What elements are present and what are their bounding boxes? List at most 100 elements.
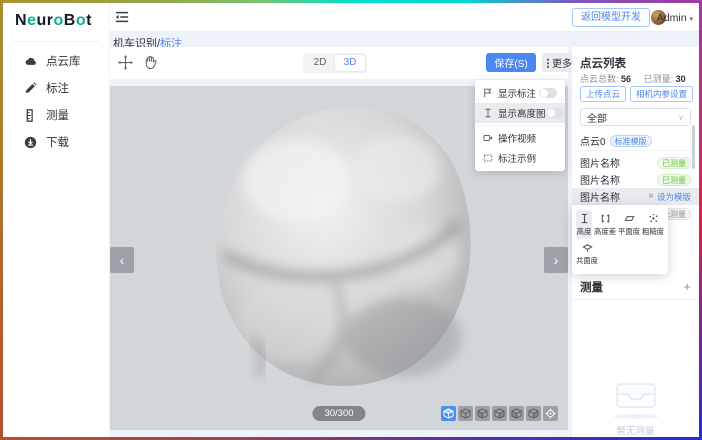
menu-item-show-annotation[interactable]: 显示标注 <box>475 83 565 103</box>
tool-label: 共面度 <box>576 255 598 265</box>
save-button[interactable]: 保存(S) <box>486 53 536 72</box>
empty-box-icon <box>614 377 658 411</box>
crosshair-icon <box>545 408 556 419</box>
sidebar-item-pointcloud-library[interactable]: 点云库 <box>3 51 110 71</box>
view-bottom-button[interactable] <box>526 406 541 421</box>
tool-height[interactable]: 高度 <box>576 210 592 239</box>
set-as-template-link[interactable]: 设为模版 <box>657 191 691 203</box>
upload-pointcloud-button[interactable]: 上传点云 <box>580 86 626 102</box>
sidebar-item-annotation[interactable]: 标注 <box>3 78 110 98</box>
view-side-button[interactable] <box>492 406 507 421</box>
view-top-button[interactable] <box>458 406 473 421</box>
tool-height-diff[interactable]: 高度差 <box>594 210 616 239</box>
mode-2d-button[interactable]: 2D <box>305 55 335 71</box>
roughness-tool-icon <box>648 213 659 224</box>
reset-view-button[interactable] <box>543 406 558 421</box>
pen-icon <box>24 82 37 95</box>
canvas-toolbar: 2D 3D 保存(S) 更多 <box>110 47 568 79</box>
menu-item-annotation-example[interactable]: 标注示例 <box>475 148 565 168</box>
tool-label: 平面度 <box>618 226 640 236</box>
sidebar-item-label: 下载 <box>46 134 69 150</box>
list-scrollbar[interactable] <box>692 125 695 169</box>
logo-text: B <box>64 12 76 29</box>
next-image-button[interactable]: › <box>544 247 568 273</box>
menu-item-tutorial-video[interactable]: 操作视频 <box>475 128 565 148</box>
show-heightmap-toggle[interactable] <box>546 108 564 118</box>
cube-icon <box>511 408 522 419</box>
user-name: Admin <box>657 12 687 24</box>
frame-icon <box>483 153 493 163</box>
menu-item-label: 显示标注 <box>498 86 539 100</box>
view-3d-button[interactable] <box>441 406 456 421</box>
logo-text: N <box>15 12 27 29</box>
sidebar-item-measure[interactable]: 测量 <box>3 105 110 125</box>
cube-icon <box>477 408 488 419</box>
tool-icons <box>118 55 158 70</box>
flatness-tool-icon <box>624 213 635 224</box>
app-window: NeuroBot 点云库 标注 测量 下载 返回模型开发 Admi <box>0 0 702 440</box>
close-icon[interactable]: × <box>648 191 654 202</box>
image-list-item[interactable]: 图片名称 已测量 <box>572 154 699 171</box>
pointcloud-name: 点云0 <box>580 133 606 148</box>
move-tool-icon[interactable] <box>118 55 133 70</box>
sidebar-item-label: 测量 <box>46 107 69 123</box>
mode-3d-button[interactable]: 3D <box>335 55 365 71</box>
panel-buttons: 上传点云 相机内参设置 <box>580 86 693 102</box>
tool-label: 粗糙度 <box>642 226 664 236</box>
tool-label: 高度 <box>577 226 592 236</box>
logo-text: t <box>86 12 92 29</box>
menu-item-label: 显示高度图 <box>498 106 546 120</box>
menu-item-label: 操作视频 <box>498 131 557 145</box>
header: 返回模型开发 Admin ▾ <box>110 3 699 32</box>
height-tool-icon <box>579 213 590 224</box>
sidebar: NeuroBot 点云库 标注 测量 下载 <box>3 3 110 437</box>
pointcloud-item[interactable]: 点云0 标准模版 <box>580 133 652 148</box>
logo-text: ur <box>36 12 53 29</box>
panel-title: 点云列表 <box>580 55 626 71</box>
measure-tools-popup: 高度 高度差 平面度 粗糙度 共面度 <box>572 205 668 274</box>
filter-select[interactable]: 全部 ∨ <box>580 108 691 126</box>
logo-gear-icon: o <box>76 12 86 29</box>
template-tag: 标准模版 <box>610 135 652 147</box>
height-diff-tool-icon <box>600 213 611 224</box>
ruler-icon <box>24 109 37 122</box>
show-annotation-toggle[interactable] <box>539 88 557 98</box>
image-list-item-selected[interactable]: 图片名称 × 设为模版 <box>572 188 699 205</box>
cube-icon <box>528 408 539 419</box>
prev-image-button[interactable]: ‹ <box>110 247 134 273</box>
view-back-button[interactable] <box>509 406 524 421</box>
flag-icon <box>483 88 493 98</box>
pan-hand-icon[interactable] <box>143 55 158 70</box>
sidebar-item-download[interactable]: 下载 <box>3 132 110 152</box>
add-measure-button[interactable]: + <box>683 282 691 292</box>
logo-gear-icon: o <box>53 12 63 29</box>
collapse-sidebar-icon[interactable] <box>115 11 129 23</box>
tool-label: 高度差 <box>594 226 616 236</box>
total-value: 56 <box>621 74 631 84</box>
chevron-down-icon: ∨ <box>678 113 684 122</box>
divider <box>580 150 691 151</box>
chevron-down-icon: ▾ <box>689 16 693 23</box>
tool-coplanarity[interactable]: 共面度 <box>576 239 598 268</box>
empty-text: 暂无测量 <box>572 423 699 437</box>
cube-icon <box>460 408 471 419</box>
divider <box>572 299 699 300</box>
divider <box>475 125 565 126</box>
empty-state: 暂无测量 <box>572 377 699 437</box>
measure-section-header: 测量 + <box>580 279 691 295</box>
camera-params-button[interactable]: 相机内参设置 <box>630 86 693 102</box>
back-to-model-dev-button[interactable]: 返回模型开发 <box>572 8 650 27</box>
sidebar-nav: 点云库 标注 测量 下载 <box>3 51 110 159</box>
user-menu[interactable]: Admin ▾ <box>657 12 693 24</box>
tool-flatness[interactable]: 平面度 <box>618 210 640 239</box>
tool-roughness[interactable]: 粗糙度 <box>642 210 664 239</box>
view-cube-toolbar <box>441 406 558 421</box>
view-front-button[interactable] <box>475 406 490 421</box>
menu-item-show-heightmap[interactable]: 显示高度图 <box>475 103 565 123</box>
panel-stats: 点云总数: 56 已测量: 30 <box>580 72 686 85</box>
image-list-item[interactable]: 图片名称 已测量 <box>572 171 699 188</box>
app-chrome: NeuroBot 点云库 标注 测量 下载 返回模型开发 Admi <box>3 3 699 437</box>
more-dropdown-menu: 显示标注 显示高度图 操作视频 标注示例 <box>475 80 565 171</box>
cloud-icon <box>24 55 37 68</box>
measured-value: 30 <box>676 74 686 84</box>
